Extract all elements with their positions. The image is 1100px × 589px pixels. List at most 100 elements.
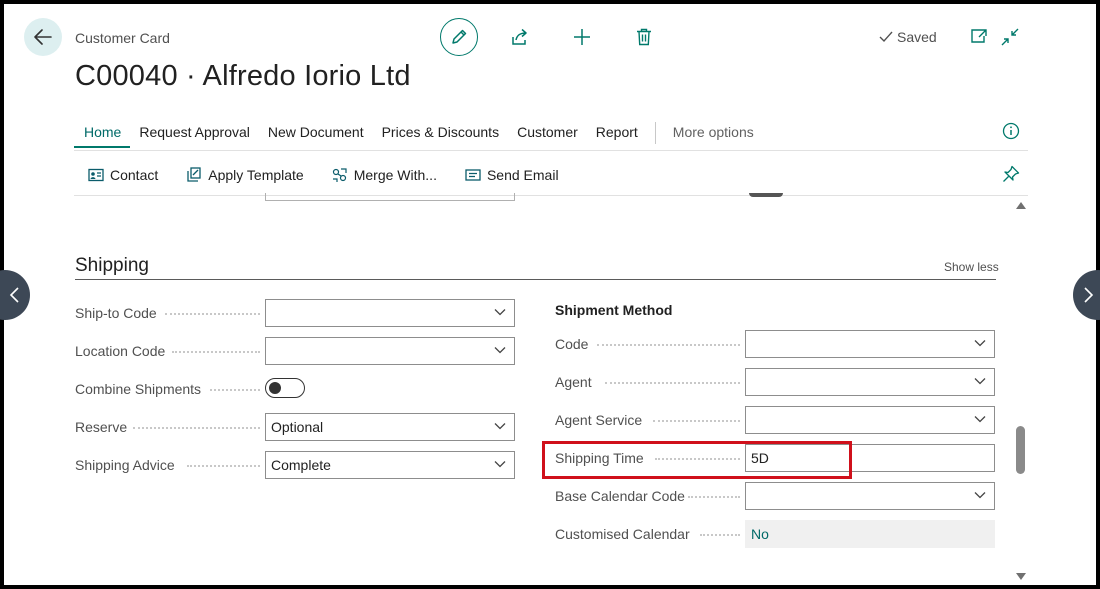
popout-icon [971,29,987,43]
saved-status: Saved [879,29,937,45]
tab-request-approval[interactable]: Request Approval [130,122,259,148]
checkmark-icon [879,31,893,43]
base-calendar-code-label: Base Calendar Code [555,488,685,504]
shipping-advice-value: Complete [271,457,331,473]
shipping-advice-row: Shipping Advice Complete [75,451,515,479]
chevron-right-icon [1084,287,1094,303]
action-nav: Home Request Approval New Document Price… [74,122,1028,152]
send-email-action[interactable]: Send Email [465,167,559,183]
nav-divider-line [74,150,1028,151]
shipping-advice-field[interactable]: Complete [265,451,515,479]
ship-to-code-label: Ship-to Code [75,305,157,321]
apply-template-action[interactable]: Apply Template [186,167,304,183]
previous-section-toggle [749,193,783,197]
reserve-field[interactable]: Optional [265,413,515,441]
leader-dots [133,427,260,429]
page-title: C00040 · Alfredo Iorio Ltd [75,60,411,92]
tab-new-document[interactable]: New Document [259,122,373,148]
back-button[interactable] [24,18,62,56]
tab-customer[interactable]: Customer [508,122,587,148]
toggle-knob [269,382,281,394]
location-code-row: Location Code [75,337,515,365]
chevron-down-icon[interactable] [494,460,506,468]
delete-button[interactable] [633,26,655,48]
pencil-icon [452,29,467,44]
code-field[interactable] [745,330,995,358]
scrollbar[interactable] [1014,200,1028,585]
edit-button[interactable] [440,18,478,56]
chevron-left-icon [9,287,19,303]
merge-with-label: Merge With... [353,167,437,183]
chevron-down-icon[interactable] [974,491,986,499]
breadcrumb: Customer Card [75,30,170,46]
location-code-label: Location Code [75,343,166,359]
agent-label: Agent [555,374,592,390]
show-less-link[interactable]: Show less [944,260,999,274]
chevron-down-icon[interactable] [974,339,986,347]
customised-calendar-value[interactable]: No [751,526,769,542]
pin-action-bar-button[interactable] [1002,165,1020,188]
share-button[interactable] [509,26,531,48]
ship-to-code-field[interactable] [265,299,515,327]
action-bar: Contact Apply Template Merge With... Sen… [74,162,587,188]
leader-dots [605,382,740,384]
section-divider [75,279,996,280]
customised-calendar-row: Customised Calendar No [555,520,995,548]
more-options-button[interactable]: More options [664,122,763,148]
action-bar-divider [74,195,1028,196]
agent-field[interactable] [745,368,995,396]
open-new-window-button[interactable] [970,28,988,49]
chevron-down-icon[interactable] [974,415,986,423]
scroll-up-arrow-icon[interactable] [1016,202,1026,209]
saved-status-text: Saved [897,29,937,45]
merge-icon [332,168,347,182]
collapse-button[interactable] [1001,28,1019,51]
tab-report[interactable]: Report [587,122,647,148]
chevron-down-icon[interactable] [494,346,506,354]
send-email-label: Send Email [486,167,559,183]
customised-calendar-field[interactable]: No [745,520,995,548]
info-icon [1002,122,1020,140]
apply-template-icon [187,167,201,182]
scroll-thumb[interactable] [1016,426,1025,474]
email-icon [465,169,481,181]
section-title-shipping[interactable]: Shipping [75,255,149,277]
scroll-down-arrow-icon[interactable] [1016,573,1026,580]
location-code-field[interactable] [265,337,515,365]
new-button[interactable] [571,26,593,48]
base-calendar-code-field[interactable] [745,482,995,510]
collapse-icon [1001,28,1019,46]
chevron-down-icon[interactable] [494,308,506,316]
merge-with-action[interactable]: Merge With... [332,167,437,183]
combine-shipments-label: Combine Shipments [75,381,202,397]
base-calendar-code-row: Base Calendar Code [555,482,995,510]
apply-template-label: Apply Template [208,167,304,183]
pin-icon [1003,165,1020,182]
info-button[interactable] [1002,122,1020,145]
chevron-down-icon[interactable] [494,422,506,430]
leader-dots [187,465,260,467]
tab-prices-discounts[interactable]: Prices & Discounts [373,122,508,148]
agent-service-row: Agent Service [555,406,995,434]
leader-dots [597,344,740,346]
code-row: Code [555,330,995,358]
combine-shipments-row: Combine Shipments [75,375,515,403]
nav-divider [654,122,656,144]
shipping-time-highlight-box [542,441,852,479]
reserve-value: Optional [271,419,324,435]
plus-icon [574,29,590,45]
previous-section-field [265,193,515,201]
leader-dots [210,389,260,391]
leader-dots [653,420,740,422]
combine-shipments-toggle[interactable] [265,378,305,398]
contact-label: Contact [110,167,159,183]
contact-action[interactable]: Contact [88,167,158,183]
agent-service-field[interactable] [745,406,995,434]
shipping-advice-label: Shipping Advice [75,457,175,473]
chevron-down-icon[interactable] [974,377,986,385]
trash-icon [637,28,651,46]
agent-row: Agent [555,368,995,396]
agent-service-label: Agent Service [555,412,643,428]
tab-home[interactable]: Home [74,122,131,148]
reserve-label: Reserve [75,419,128,435]
